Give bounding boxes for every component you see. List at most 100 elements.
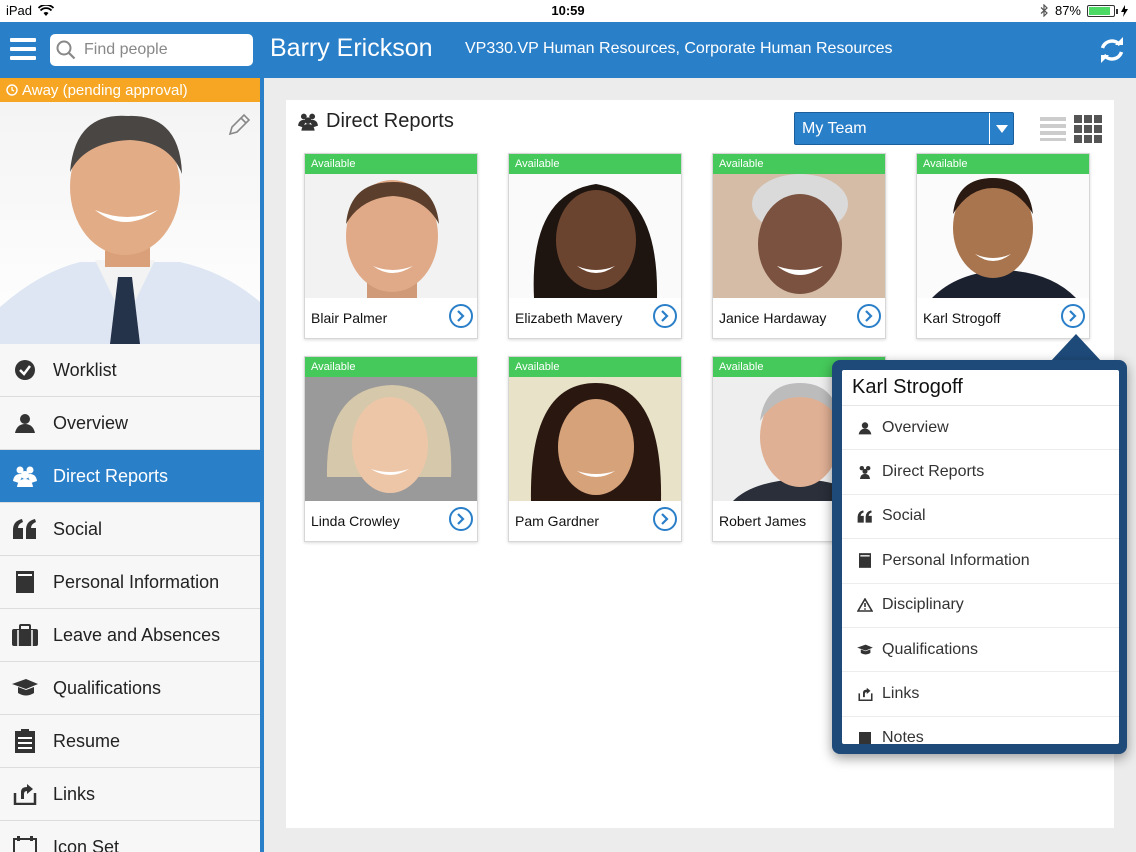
chevron-right-icon[interactable] [449,304,473,328]
report-card-karl-strogoff[interactable]: Available Karl Strogoff [916,153,1090,339]
grid-view-icon[interactable] [1074,115,1102,143]
people-icon [298,113,318,131]
availability-badge: Available [917,154,1089,174]
popover-item-social[interactable]: Social [842,495,1119,540]
document-icon [12,569,38,595]
section-title: Direct Reports [326,110,454,132]
sidebar-item-worklist[interactable]: Worklist [0,344,260,397]
sidebar-item-personal-information[interactable]: Personal Information [0,556,260,609]
sidebar-item-resume[interactable]: Resume [0,715,260,768]
chevron-right-icon[interactable] [449,507,473,531]
section-header: Direct Reports [298,110,454,133]
icon-set-icon [12,834,38,852]
popover-item-label: Notes [882,729,924,744]
report-card-blair-palmer[interactable]: Available Blair Palmer [304,153,478,339]
popover-item-direct-reports[interactable]: Direct Reports [842,450,1119,495]
availability-badge: Available [509,357,681,377]
avatar [509,174,681,298]
person-icon [856,419,874,437]
briefcase-icon [12,622,38,648]
chevron-down-icon [989,113,1013,144]
refresh-icon[interactable] [1098,36,1126,64]
popover-item-label: Qualifications [882,640,979,658]
sidebar-item-label: Direct Reports [53,465,169,486]
availability-badge: Available [305,154,477,174]
battery-icon [1087,4,1118,17]
battery-percent: 87% [1054,3,1081,18]
sidebar-item-social[interactable]: Social [0,503,260,556]
team-select[interactable]: My Team [794,112,1014,145]
sidebar-item-label: Icon Set [53,836,120,852]
sidebar-item-leave-and-absences[interactable]: Leave and Absences [0,609,260,662]
sidebar-item-direct-reports[interactable]: Direct Reports [0,450,260,503]
avatar [305,377,477,501]
avatar [917,174,1089,298]
avatar [305,174,477,298]
report-name: Janice Hardaway [719,310,827,326]
availability-badge: Available [509,154,681,174]
link-icon [12,781,38,807]
popover-item-label: Social [882,507,926,525]
chevron-right-icon[interactable] [653,507,677,531]
popover-item-label: Links [882,685,920,703]
sidebar-item-label: Qualifications [53,677,162,698]
app-header: Barry Erickson VP330.VP Human Resources,… [0,22,1136,78]
search-box[interactable] [50,34,253,66]
quote-icon [856,507,874,525]
report-card-janice-hardaway[interactable]: Available Janice Hardaway [712,153,886,339]
check-circle-icon [12,357,38,383]
popover-item-label: Personal Information [882,551,1030,569]
popover-title: Karl Strogoff [842,370,1119,406]
page-title: Barry Erickson [270,34,433,62]
avatar [509,377,681,501]
sidebar-item-overview[interactable]: Overview [0,397,260,450]
popover-item-qualifications[interactable]: Qualifications [842,628,1119,673]
report-name: Pam Gardner [515,513,600,529]
sidebar-item-qualifications[interactable]: Qualifications [0,662,260,715]
sidebar-item-icon-set[interactable]: Icon Set [0,821,260,852]
quote-icon [12,516,38,542]
popover-item-notes[interactable]: Notes [842,717,1119,744]
status-text: Away (pending approval) [22,81,188,99]
sidebar-item-links[interactable]: Links [0,768,260,821]
menu-icon[interactable] [10,38,36,60]
chevron-right-icon[interactable] [653,304,677,328]
sidebar-item-label: Overview [53,412,129,433]
popover-item-links[interactable]: Links [842,672,1119,717]
list-view-icon[interactable] [1040,115,1066,141]
graduation-cap-icon [12,675,38,701]
sidebar-item-label: Social [53,518,103,539]
popover-item-disciplinary[interactable]: Disciplinary [842,584,1119,628]
avatar [713,174,885,298]
status-time: 10:59 [551,3,585,18]
status-badge[interactable]: Away (pending approval) [0,78,260,102]
sidebar-item-label: Worklist [53,359,117,380]
chevron-right-icon[interactable] [857,304,881,328]
sidebar-item-label: Links [53,783,96,804]
chevron-right-icon[interactable] [1061,304,1085,328]
availability-badge: Available [713,154,885,174]
search-input[interactable] [84,41,244,59]
edit-icon[interactable] [226,112,252,138]
report-name: Karl Strogoff [923,310,1001,326]
people-icon [12,463,38,489]
people-icon [856,463,874,481]
charging-icon [1121,4,1128,17]
report-card-pam-gardner[interactable]: Available Pam Gardner [508,356,682,542]
report-card-elizabeth-mavery[interactable]: Available Elizabeth Mavery [508,153,682,339]
popover-item-label: Disciplinary [882,596,964,614]
link-icon [856,685,874,703]
clock-icon [6,84,18,96]
sidebar-item-label: Personal Information [53,571,220,592]
popover-item-label: Direct Reports [882,463,985,481]
report-name: Blair Palmer [311,310,388,326]
report-card-linda-crowley[interactable]: Available Linda Crowley [304,356,478,542]
popover-item-overview[interactable]: Overview [842,406,1119,451]
popover-item-personal-information[interactable]: Personal Information [842,539,1119,584]
person-icon [12,410,38,436]
resume-icon [12,728,38,754]
search-icon [56,40,76,60]
popover-arrow [1050,334,1102,362]
report-name: Linda Crowley [311,513,400,529]
report-name: Robert James [719,513,807,529]
